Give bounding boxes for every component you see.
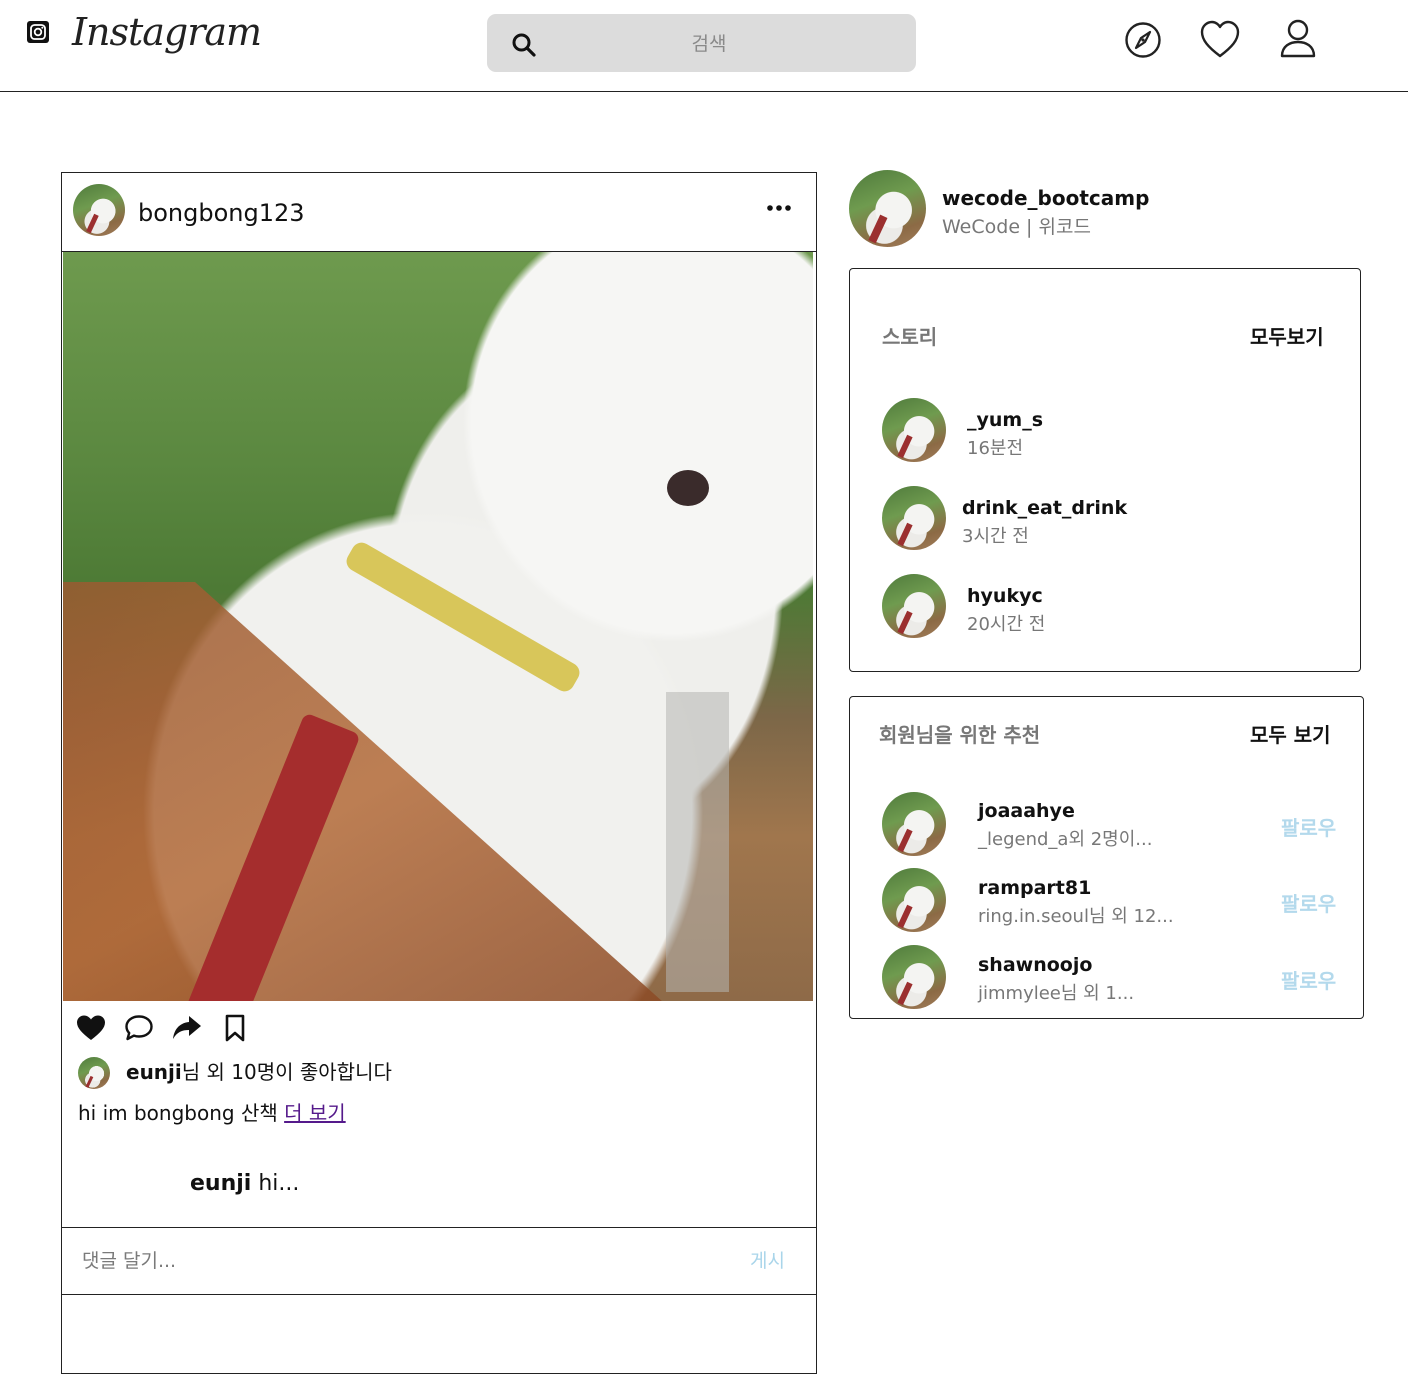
recommendation-username[interactable]: rampart81	[978, 877, 1091, 899]
recommendation-username[interactable]: shawnoojo	[978, 954, 1092, 976]
story-time: 20시간 전	[967, 614, 1046, 635]
post-header: bongbong123	[62, 173, 816, 252]
share-arrow-icon[interactable]	[172, 1013, 202, 1043]
recommendation-detail: jimmylee님 외 1...	[978, 983, 1135, 1004]
recommendation-avatar[interactable]	[882, 945, 946, 1009]
heart-icon[interactable]	[1200, 18, 1240, 62]
photo-tiles	[603, 692, 813, 992]
follow-button[interactable]: 팔로우	[1281, 888, 1336, 917]
comment-item: eunji hi...	[190, 1171, 299, 1196]
recommendation-avatar[interactable]	[882, 792, 946, 856]
story-time: 16분전	[967, 438, 1024, 459]
post-comment-button[interactable]: 게시	[750, 1246, 785, 1273]
story-avatar[interactable]	[882, 398, 946, 462]
comment-bubble-icon[interactable]	[124, 1013, 154, 1043]
liker-avatar[interactable]	[78, 1057, 110, 1089]
story-time: 3시간 전	[962, 526, 1029, 547]
feed-post: bongbong123 eunji님 외 10명이 좋아합니다 hi im bo…	[61, 172, 817, 1374]
recommendation-avatar[interactable]	[882, 868, 946, 932]
post-author-username[interactable]: bongbong123	[138, 199, 305, 227]
user-icon[interactable]	[1278, 18, 1318, 62]
like-heart-icon[interactable]	[76, 1013, 106, 1043]
story-username[interactable]: drink_eat_drink	[962, 497, 1127, 519]
recommendations-panel: 회원님을 위한 추천 모두 보기 joaaahye _legend_a외 2명이…	[849, 696, 1364, 1019]
photo-harness	[342, 539, 584, 695]
liker-username[interactable]: eunji	[126, 1060, 182, 1084]
recommendations-see-all-button[interactable]: 모두 보기	[1250, 719, 1331, 748]
story-avatar[interactable]	[882, 574, 946, 638]
story-username[interactable]: _yum_s	[967, 409, 1043, 431]
post-author-avatar[interactable]	[73, 184, 125, 236]
bookmark-icon[interactable]	[220, 1013, 250, 1043]
search-icon	[512, 33, 536, 57]
comment-input[interactable]	[80, 1242, 684, 1280]
stories-title: 스토리	[882, 325, 938, 349]
profile-avatar[interactable]	[849, 170, 926, 247]
top-navbar: Instagram	[0, 0, 1408, 92]
follow-button[interactable]: 팔로우	[1281, 965, 1336, 994]
story-username[interactable]: hyukyc	[967, 585, 1043, 607]
profile-username[interactable]: wecode_bootcamp	[942, 186, 1149, 210]
recommendations-title: 회원님을 위한 추천	[879, 723, 1041, 747]
stories-see-all-button[interactable]: 모두보기	[1250, 321, 1324, 350]
search-bar[interactable]	[487, 14, 916, 72]
photo-dog-nose	[667, 470, 709, 506]
likes-suffix: 님 외 10명이 좋아합니다	[181, 1060, 392, 1084]
recommendation-detail: ring.in.seoul님 외 12...	[978, 906, 1174, 927]
comment-text: hi...	[251, 1171, 300, 1196]
comment-username[interactable]: eunji	[190, 1171, 251, 1196]
post-photo[interactable]	[63, 252, 813, 1001]
instagram-glyph-icon[interactable]	[26, 20, 50, 44]
caption-text: hi im bongbong 산책	[78, 1101, 285, 1125]
stories-panel: 스토리 모두보기 _yum_s 16분전 drink_eat_drink 3시간…	[849, 268, 1361, 672]
more-link[interactable]: 더 보기	[284, 1101, 346, 1125]
compass-icon[interactable]	[1123, 18, 1163, 62]
more-options-icon[interactable]	[766, 195, 792, 221]
profile-display-name: WeCode | 위코드	[942, 216, 1091, 238]
recommendation-detail: _legend_a외 2명이...	[978, 829, 1153, 850]
likes-summary: eunji님 외 10명이 좋아합니다	[126, 1056, 392, 1085]
comment-input-row: 게시	[62, 1227, 816, 1295]
story-avatar[interactable]	[882, 486, 946, 550]
search-input[interactable]	[547, 24, 871, 64]
instagram-logo[interactable]: Instagram	[72, 10, 262, 54]
post-caption: hi im bongbong 산책 더 보기	[78, 1097, 346, 1126]
recommendation-username[interactable]: joaaahye	[978, 800, 1075, 822]
photo-bench	[63, 582, 663, 1001]
follow-button[interactable]: 팔로우	[1281, 812, 1336, 841]
